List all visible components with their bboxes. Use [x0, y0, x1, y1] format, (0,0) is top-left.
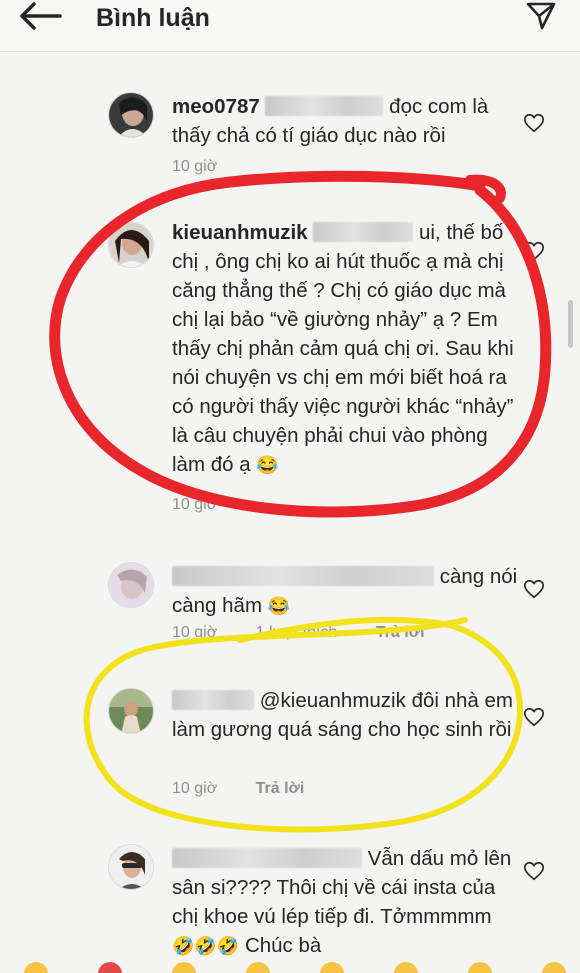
avatar-image: [109, 93, 153, 137]
avatar-image: [109, 563, 153, 607]
comment-time: 10 giờ: [172, 158, 218, 175]
paper-plane-icon: [526, 2, 556, 30]
page-title: Bình luận: [96, 4, 210, 32]
scroll-indicator[interactable]: [568, 300, 573, 348]
comment-time: 10 giờ: [172, 780, 218, 797]
avatar[interactable]: [108, 222, 154, 268]
arrow-left-icon: [20, 2, 62, 30]
comment-mention[interactable]: @kieuanhmuzik: [260, 689, 406, 712]
redacted-username: [172, 566, 434, 586]
back-button[interactable]: [18, 2, 66, 36]
heart-icon[interactable]: [523, 578, 545, 600]
comment-username[interactable]: kieuanhmuzik: [172, 221, 308, 244]
comment-text-end: Chúc bà: [244, 934, 322, 957]
avatar[interactable]: [108, 562, 154, 608]
avatar-image: [109, 223, 153, 267]
emoji-reaction-bar: [0, 958, 580, 973]
heart-icon[interactable]: [523, 240, 545, 262]
share-button[interactable]: [524, 0, 558, 30]
comment-time: 10 giờ: [172, 624, 218, 641]
top-bar: Bình luận: [0, 0, 580, 52]
emoji: 🤣🤣🤣: [172, 936, 240, 956]
emoji: 😂: [256, 455, 279, 475]
avatar-image: [109, 689, 153, 733]
heart-icon[interactable]: [523, 860, 545, 882]
redacted-username: [172, 848, 362, 868]
heart-icon[interactable]: [523, 112, 545, 134]
avatar[interactable]: [108, 844, 154, 890]
redacted-username: [172, 690, 254, 710]
heart-icon[interactable]: [523, 706, 545, 728]
comment-text: ui, thế bố chị , ông chị ko ai hút thuốc…: [172, 221, 514, 476]
comment-username[interactable]: meo0787: [172, 95, 260, 118]
avatar[interactable]: [108, 688, 154, 734]
redacted-text: [265, 96, 384, 116]
like-count[interactable]: 1 lượt thích: [256, 624, 338, 641]
reply-button[interactable]: Trả lời: [256, 780, 305, 797]
reply-button[interactable]: Trả lời: [376, 624, 425, 641]
emoji: 😂: [267, 596, 291, 616]
avatar-image: [109, 845, 153, 889]
avatar[interactable]: [108, 92, 154, 138]
redacted-mention: [313, 222, 414, 242]
comment-time: 10 giờ: [172, 496, 218, 513]
